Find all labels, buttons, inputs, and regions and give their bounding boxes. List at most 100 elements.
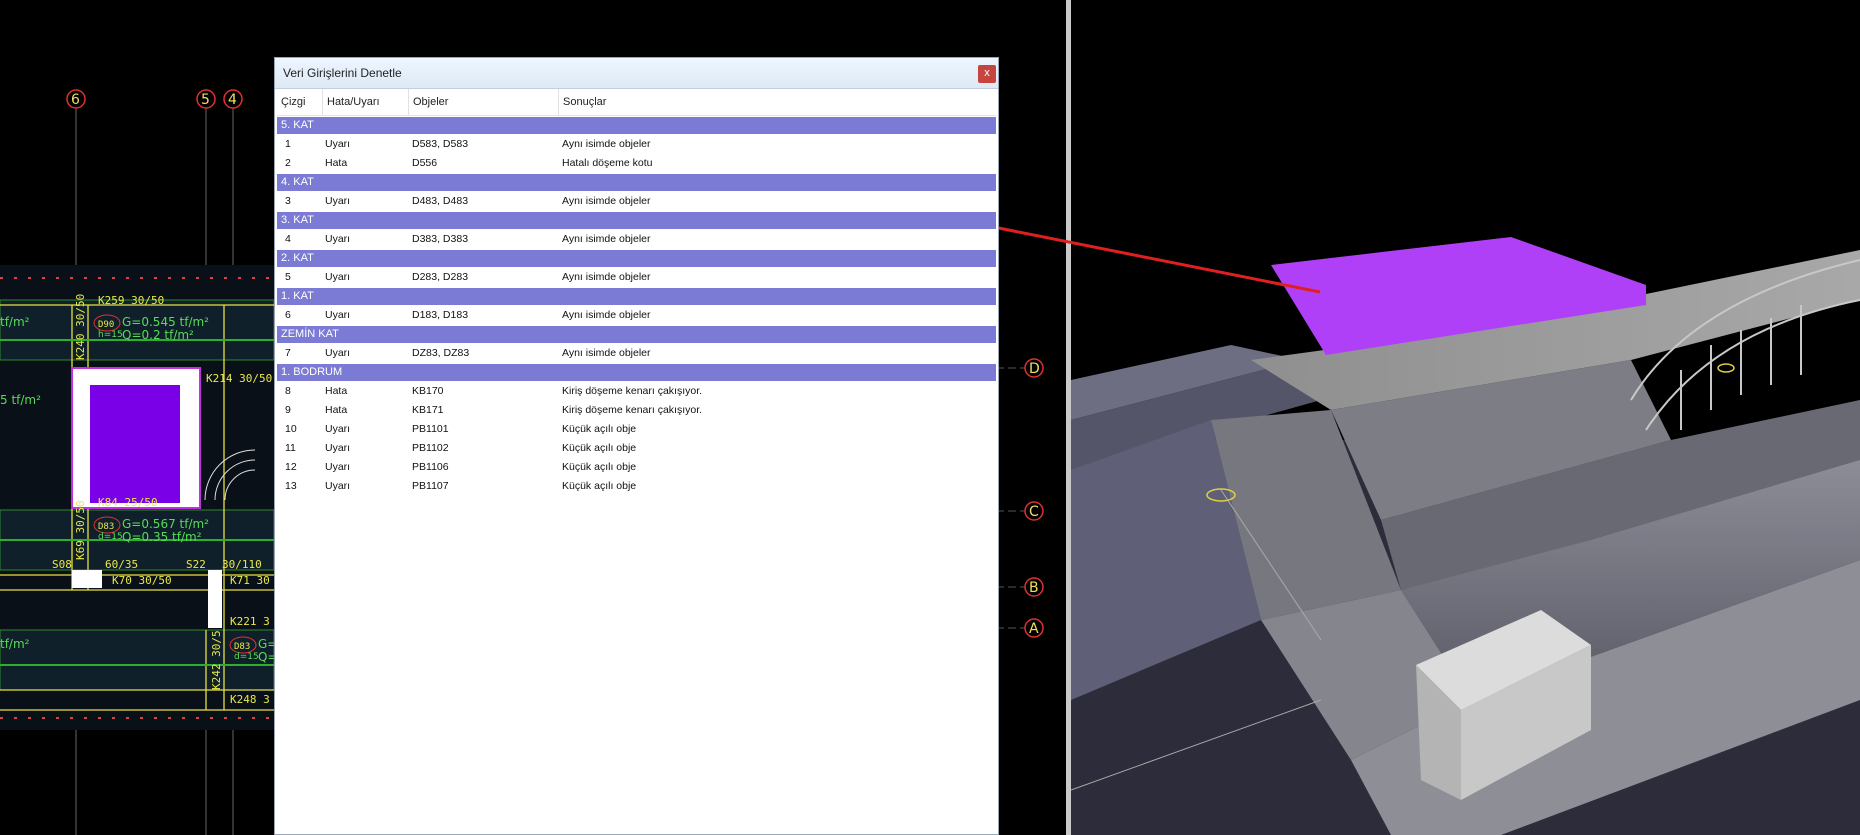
row-line-number: 3 [285, 195, 291, 207]
axis-label: C [1029, 504, 1039, 520]
table-row[interactable]: 9 Hata KB171 Kiriş döşeme kenarı çakışıyor. [277, 401, 996, 420]
group-header[interactable]: 5. KAT [277, 117, 996, 134]
beam-label: K69 30/50 [74, 500, 87, 560]
table-row[interactable]: 1 Uyarı D583, D583 Aynı isimde objeler [277, 135, 996, 154]
group-header[interactable]: 4. KAT [277, 174, 996, 191]
row-type: Uyarı [325, 195, 351, 207]
slab-label: D83 [234, 642, 250, 652]
row-line-number: 7 [285, 347, 291, 359]
row-line-number: 4 [285, 233, 291, 245]
row-result: Hatalı döşeme kotu [562, 157, 653, 169]
table-row[interactable]: 4 Uyarı D383, D383 Aynı isimde objeler [277, 230, 996, 249]
load-label: d=15 [234, 652, 259, 662]
group-header[interactable]: 3. KAT [277, 212, 996, 229]
row-type: Uyarı [325, 423, 351, 435]
table-row[interactable]: 13 Uyarı PB1107 Küçük açılı obje [277, 477, 996, 496]
load-label: G=0.567 tf/m² [122, 517, 209, 531]
marker-icon [1717, 363, 1735, 373]
beam-label: 30/110 [222, 558, 262, 571]
table-row[interactable]: 5 Uyarı D283, D283 Aynı isimde objeler [277, 268, 996, 287]
shaft-slab [90, 385, 180, 503]
load-label: h=15 [98, 330, 123, 340]
column-header-line[interactable]: Çizgi [277, 89, 323, 115]
load-label: Q=0.2 tf/m² [122, 328, 194, 342]
table-row[interactable]: 11 Uyarı PB1102 Küçük açılı obje [277, 439, 996, 458]
table-row[interactable]: 12 Uyarı PB1106 Küçük açılı obje [277, 458, 996, 477]
row-line-number: 1 [285, 138, 291, 150]
table-row[interactable]: 2 Hata D556 Hatalı döşeme kotu [277, 154, 996, 173]
beam-label: K71 30 [230, 574, 270, 587]
beam-label: K214 30/50 [206, 372, 272, 385]
axis-label: B [1029, 580, 1039, 596]
load-label: tf/m² [0, 315, 30, 329]
row-result: Kiriş döşeme kenarı çakışıyor. [562, 385, 703, 397]
dialog-titlebar[interactable]: Veri Girişlerini Denetle x [275, 58, 998, 89]
table-row[interactable]: 3 Uyarı D483, D483 Aynı isimde objeler [277, 192, 996, 211]
load-label: tf/m² [0, 637, 30, 651]
row-objects: DZ83, DZ83 [412, 347, 470, 359]
axis-label: D [1029, 361, 1040, 377]
row-line-number: 5 [285, 271, 291, 283]
data-check-dialog[interactable]: Veri Girişlerini Denetle x Çizgi Hata/Uy… [274, 57, 999, 835]
row-objects: KB171 [412, 404, 444, 416]
row-objects: D283, D283 [412, 271, 469, 283]
table-row[interactable]: 6 Uyarı D183, D183 Aynı isimde objeler [277, 306, 996, 325]
table-row[interactable]: 8 Hata KB170 Kiriş döşeme kenarı çakışıyor. [277, 382, 996, 401]
row-type: Uyarı [325, 271, 351, 283]
row-result: Aynı isimde objeler [562, 138, 651, 150]
beam-label: S22 [186, 558, 206, 571]
dialog-title: Veri Girişlerini Denetle [283, 66, 402, 80]
row-objects: D383, D383 [412, 233, 469, 245]
row-line-number: 9 [285, 404, 291, 416]
row-result: Aynı isimde objeler [562, 233, 651, 245]
row-objects: PB1102 [412, 442, 449, 454]
load-label: Q=0.35 tf/m² [122, 530, 202, 544]
slab-label: D90 [98, 320, 114, 330]
row-objects: D583, D583 [412, 138, 469, 150]
beam-label: K240 30/50 [74, 294, 87, 360]
beam-label: K248 3 [230, 693, 270, 706]
table-row[interactable]: 7 Uyarı DZ83, DZ83 Aynı isimde objeler [277, 344, 996, 363]
row-type: Hata [325, 385, 348, 397]
row-objects: D183, D183 [412, 309, 469, 321]
beam-label: K259 30/50 [98, 294, 164, 307]
row-objects: D483, D483 [412, 195, 469, 207]
3d-viewport[interactable] [1071, 0, 1860, 835]
beam-label: K221 3 [230, 615, 270, 628]
table-row[interactable]: 10 Uyarı PB1101 Küçük açılı obje [277, 420, 996, 439]
row-result: Aynı isimde objeler [562, 309, 651, 321]
table-header: Çizgi Hata/Uyarı Objeler Sonuçlar [277, 89, 996, 116]
row-type: Uyarı [325, 461, 351, 473]
load-label: G=0.545 tf/m² [122, 315, 209, 329]
row-type: Uyarı [325, 233, 351, 245]
row-result: Küçük açılı obje [562, 442, 637, 454]
column-header-results[interactable]: Sonuçlar [559, 89, 996, 115]
group-header[interactable]: 1. KAT [277, 288, 996, 305]
load-label: d=15 [98, 532, 123, 542]
beam-label: K84 25/50 [98, 496, 158, 509]
group-header[interactable]: 1. BODRUM [277, 364, 996, 381]
beam-label: S08 [52, 558, 72, 571]
row-line-number: 2 [285, 157, 291, 169]
group-header[interactable]: ZEMİN KAT [277, 326, 996, 343]
axis-label: A [1029, 621, 1039, 637]
row-type: Uyarı [325, 138, 351, 150]
slab-label: D83 [98, 522, 114, 532]
column-header-objects[interactable]: Objeler [409, 89, 559, 115]
column-header-type[interactable]: Hata/Uyarı [323, 89, 409, 115]
row-result: Aynı isimde objeler [562, 347, 651, 359]
row-type: Uyarı [325, 309, 351, 321]
close-button[interactable]: x [978, 65, 996, 83]
load-label: 5 tf/m² [0, 393, 41, 407]
row-type: Uyarı [325, 480, 351, 492]
beam-label: 60/35 [105, 558, 138, 571]
group-header[interactable]: 2. KAT [277, 250, 996, 267]
row-result: Küçük açılı obje [562, 423, 637, 435]
row-objects: KB170 [412, 385, 444, 397]
row-line-number: 6 [285, 309, 291, 321]
row-type: Uyarı [325, 442, 351, 454]
row-result: Aynı isimde objeler [562, 195, 651, 207]
row-line-number: 11 [285, 442, 296, 454]
row-type: Hata [325, 404, 348, 416]
row-line-number: 13 [285, 480, 297, 492]
